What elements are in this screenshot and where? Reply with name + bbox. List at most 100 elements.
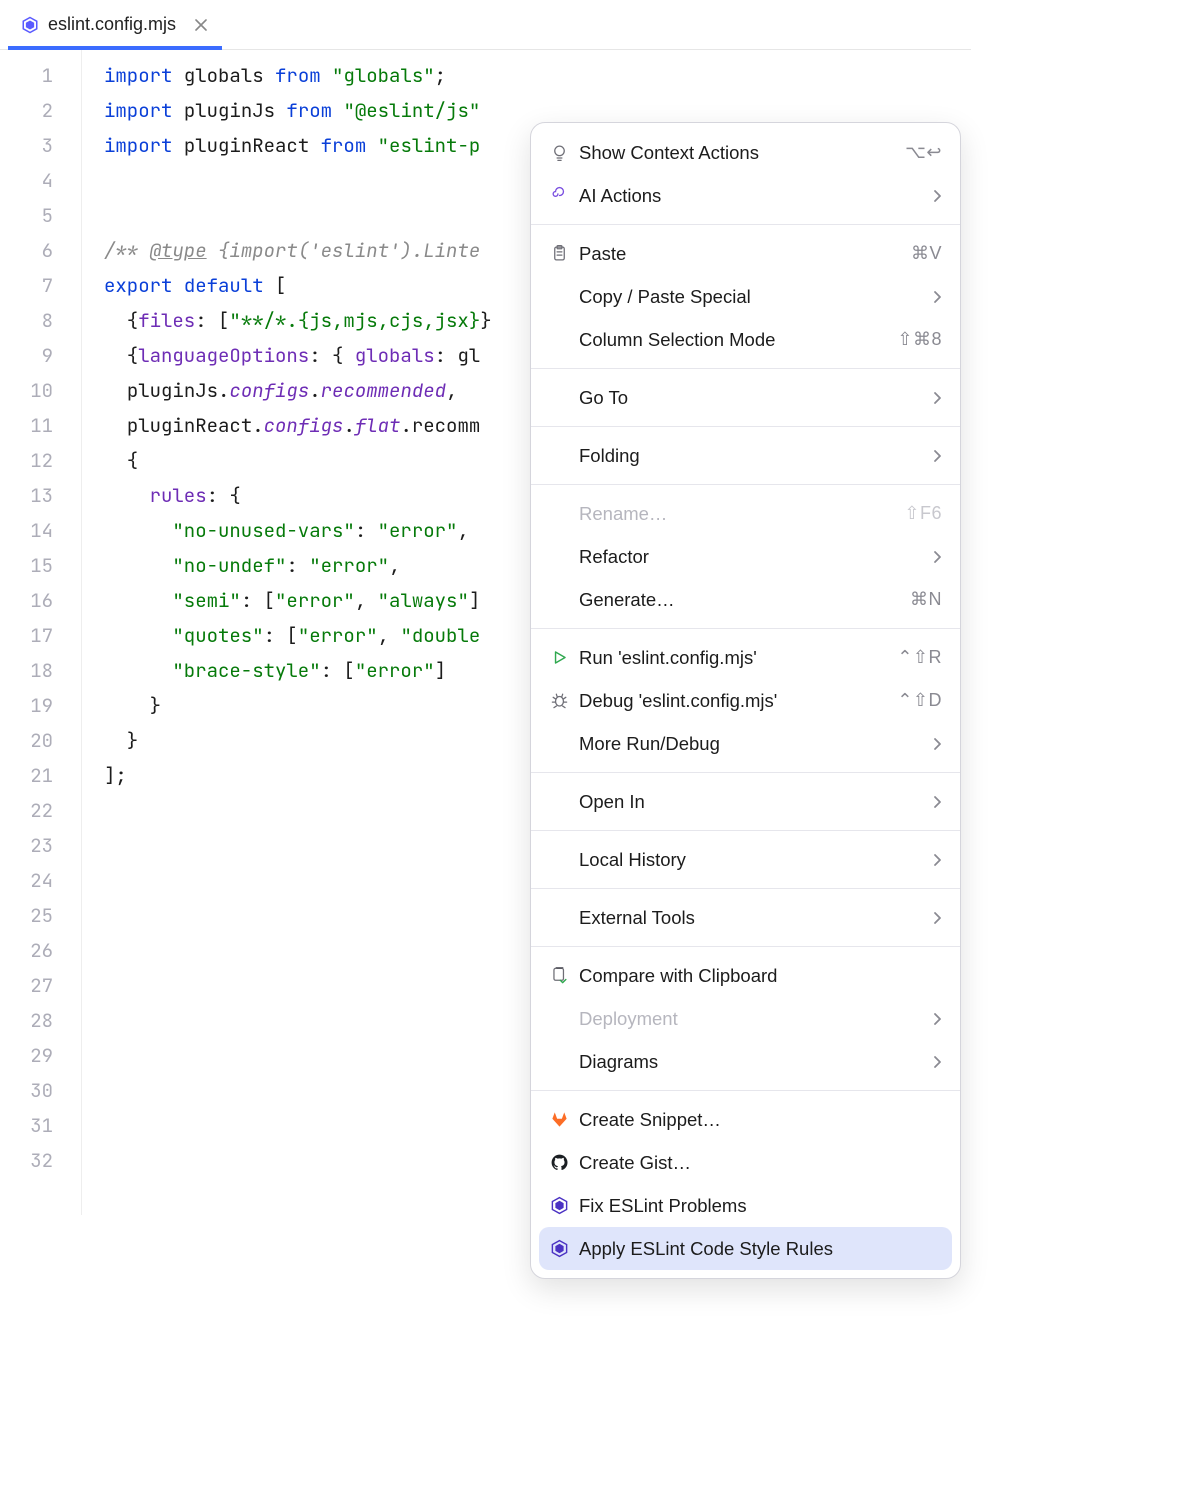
- bulb-icon: [545, 143, 573, 162]
- menu-shortcut: ⌥↩: [905, 142, 942, 163]
- menu-shortcut: ⇧F6: [904, 503, 942, 524]
- line-number: 8: [0, 303, 81, 338]
- menu-separator: [531, 772, 960, 773]
- menu-shortcut: ⌘V: [911, 243, 942, 264]
- menu-item-label: Generate…: [579, 589, 910, 611]
- menu-item-deployment: Deployment: [531, 997, 960, 1040]
- close-tab-icon[interactable]: [192, 16, 210, 34]
- menu-item-external-tools[interactable]: External Tools: [531, 896, 960, 939]
- menu-item-create-snippet[interactable]: Create Snippet…: [531, 1098, 960, 1141]
- menu-item-label: Deployment: [579, 1008, 932, 1030]
- menu-item-label: Fix ESLint Problems: [579, 1195, 942, 1217]
- chevron-right-icon: [932, 550, 942, 564]
- menu-separator: [531, 484, 960, 485]
- clipboard-icon: [545, 244, 573, 263]
- line-number: 21: [0, 758, 81, 793]
- menu-item-label: AI Actions: [579, 185, 932, 207]
- menu-item-fix-eslint-problems[interactable]: Fix ESLint Problems: [531, 1184, 960, 1227]
- menu-shortcut: ⌃⇧D: [897, 690, 942, 711]
- line-number: 25: [0, 898, 81, 933]
- line-number: 12: [0, 443, 81, 478]
- menu-item-apply-eslint-code-style-rules[interactable]: Apply ESLint Code Style Rules: [539, 1227, 952, 1270]
- tab-bar: eslint.config.mjs: [0, 0, 971, 50]
- play-icon: [545, 648, 573, 667]
- chevron-right-icon: [932, 737, 942, 751]
- menu-item-column-selection-mode[interactable]: Column Selection Mode⇧⌘8: [531, 318, 960, 361]
- file-tab[interactable]: eslint.config.mjs: [8, 0, 222, 49]
- menu-item-label: Run 'eslint.config.mjs': [579, 647, 897, 669]
- eslint-file-icon: [20, 15, 40, 35]
- eslint-icon: [545, 1196, 573, 1215]
- menu-item-label: Refactor: [579, 546, 932, 568]
- menu-item-label: Create Snippet…: [579, 1109, 942, 1131]
- menu-item-paste[interactable]: Paste⌘V: [531, 232, 960, 275]
- menu-item-label: Debug 'eslint.config.mjs': [579, 690, 897, 712]
- menu-separator: [531, 628, 960, 629]
- menu-item-label: Column Selection Mode: [579, 329, 897, 351]
- menu-item-label: Create Gist…: [579, 1152, 942, 1174]
- line-number: 24: [0, 863, 81, 898]
- line-number: 3: [0, 128, 81, 163]
- line-number: 2: [0, 93, 81, 128]
- menu-item-local-history[interactable]: Local History: [531, 838, 960, 881]
- menu-item-run-eslint-config-mjs[interactable]: Run 'eslint.config.mjs'⌃⇧R: [531, 636, 960, 679]
- compare-icon: [545, 966, 573, 985]
- menu-separator: [531, 426, 960, 427]
- menu-item-label: Paste: [579, 243, 911, 265]
- line-number-gutter: 1234567891011121314151617181920212223242…: [0, 50, 82, 1215]
- menu-item-label: Go To: [579, 387, 932, 409]
- line-number: 22: [0, 793, 81, 828]
- menu-item-show-context-actions[interactable]: Show Context Actions⌥↩: [531, 131, 960, 174]
- menu-separator: [531, 830, 960, 831]
- menu-item-label: More Run/Debug: [579, 733, 932, 755]
- menu-item-copy-paste-special[interactable]: Copy / Paste Special: [531, 275, 960, 318]
- bug-icon: [545, 691, 573, 710]
- menu-item-label: Folding: [579, 445, 932, 467]
- menu-item-refactor[interactable]: Refactor: [531, 535, 960, 578]
- menu-item-generate[interactable]: Generate…⌘N: [531, 578, 960, 621]
- line-number: 6: [0, 233, 81, 268]
- menu-item-open-in[interactable]: Open In: [531, 780, 960, 823]
- menu-separator: [531, 946, 960, 947]
- line-number: 32: [0, 1143, 81, 1178]
- menu-item-create-gist[interactable]: Create Gist…: [531, 1141, 960, 1184]
- menu-item-label: Compare with Clipboard: [579, 965, 942, 987]
- menu-separator: [531, 224, 960, 225]
- context-menu: Show Context Actions⌥↩AI ActionsPaste⌘VC…: [530, 122, 961, 1279]
- menu-item-diagrams[interactable]: Diagrams: [531, 1040, 960, 1083]
- menu-item-rename: Rename…⇧F6: [531, 492, 960, 535]
- line-number: 16: [0, 583, 81, 618]
- menu-shortcut: ⌃⇧R: [897, 647, 942, 668]
- menu-item-label: Show Context Actions: [579, 142, 905, 164]
- spiral-icon: [545, 186, 573, 205]
- menu-item-folding[interactable]: Folding: [531, 434, 960, 477]
- chevron-right-icon: [932, 911, 942, 925]
- line-number: 1: [0, 58, 81, 93]
- line-number: 18: [0, 653, 81, 688]
- menu-item-more-run-debug[interactable]: More Run/Debug: [531, 722, 960, 765]
- menu-item-label: Rename…: [579, 503, 904, 525]
- chevron-right-icon: [932, 391, 942, 405]
- menu-item-debug-eslint-config-mjs[interactable]: Debug 'eslint.config.mjs'⌃⇧D: [531, 679, 960, 722]
- line-number: 28: [0, 1003, 81, 1038]
- line-number: 27: [0, 968, 81, 1003]
- chevron-right-icon: [932, 1055, 942, 1069]
- chevron-right-icon: [932, 449, 942, 463]
- menu-item-ai-actions[interactable]: AI Actions: [531, 174, 960, 217]
- line-number: 26: [0, 933, 81, 968]
- gitlab-icon: [545, 1110, 573, 1129]
- line-number: 20: [0, 723, 81, 758]
- menu-item-compare-with-clipboard[interactable]: Compare with Clipboard: [531, 954, 960, 997]
- line-number: 10: [0, 373, 81, 408]
- line-number: 15: [0, 548, 81, 583]
- github-icon: [545, 1153, 573, 1172]
- menu-item-go-to[interactable]: Go To: [531, 376, 960, 419]
- menu-item-label: Diagrams: [579, 1051, 932, 1073]
- line-number: 23: [0, 828, 81, 863]
- line-number: 5: [0, 198, 81, 233]
- eslint-icon: [545, 1239, 573, 1258]
- menu-separator: [531, 888, 960, 889]
- menu-item-label: Apply ESLint Code Style Rules: [579, 1238, 942, 1260]
- line-number: 11: [0, 408, 81, 443]
- chevron-right-icon: [932, 1012, 942, 1026]
